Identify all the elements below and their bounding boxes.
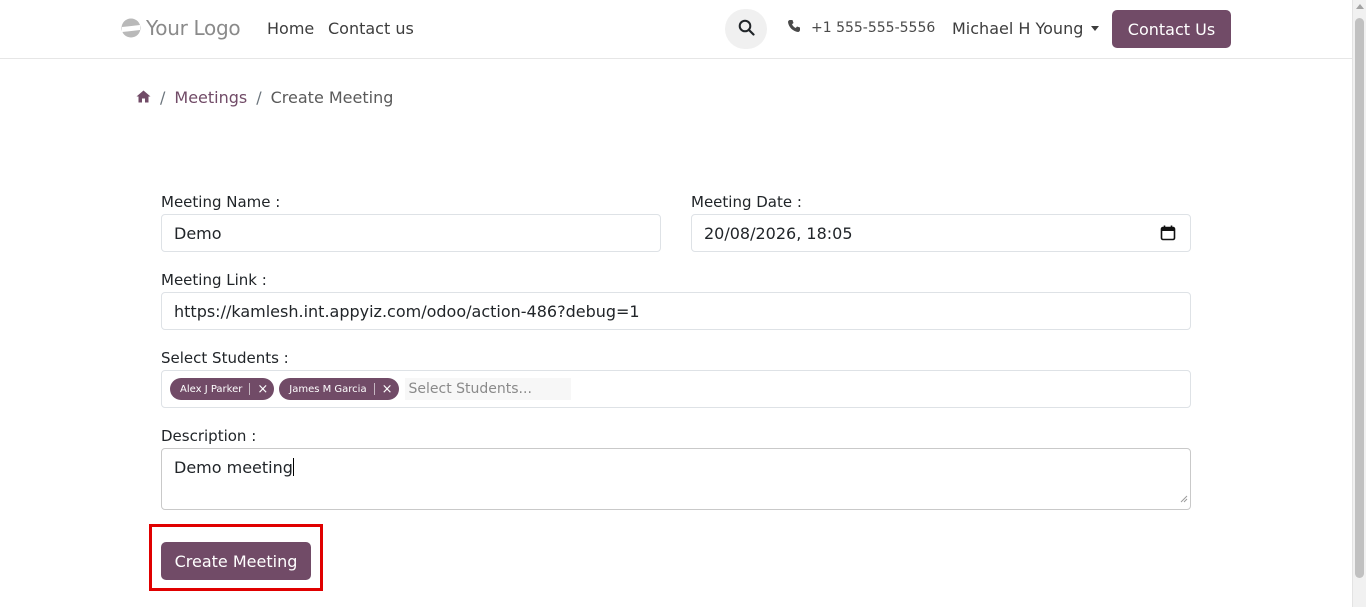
resize-handle-icon[interactable] — [1180, 488, 1188, 507]
text-cursor — [292, 458, 294, 476]
meeting-name-input[interactable]: Demo — [161, 214, 661, 252]
vertical-scrollbar[interactable] — [1352, 0, 1366, 607]
breadcrumb-separator: / — [160, 88, 166, 107]
close-icon[interactable]: × — [257, 383, 268, 396]
search-icon — [738, 19, 755, 40]
tag-divider — [249, 383, 251, 395]
meeting-name-label: Meeting Name : — [161, 193, 281, 211]
user-menu[interactable]: Michael H Young — [952, 19, 1100, 38]
home-icon[interactable] — [136, 88, 151, 107]
phone-link[interactable]: +1 555-555-5556 — [787, 19, 935, 37]
phone-number: +1 555-555-5556 — [811, 20, 936, 36]
students-label: Select Students : — [161, 349, 289, 367]
caret-down-icon — [1091, 26, 1100, 31]
description-value: Demo meeting — [174, 458, 293, 477]
logo-text: Your Logo — [146, 16, 241, 40]
calendar-icon[interactable] — [1160, 225, 1176, 245]
search-button[interactable] — [725, 9, 767, 49]
meeting-date-input[interactable]: 20/08/2026, 18:05 — [691, 214, 1191, 252]
meeting-date-value: 20/08/2026, 18:05 — [704, 223, 853, 243]
tag-divider — [373, 383, 375, 395]
student-tag: Alex J Parker × — [170, 378, 275, 400]
description-textarea[interactable]: Demo meeting — [161, 448, 1191, 510]
scroll-up-icon[interactable] — [1356, 4, 1364, 9]
student-tag: James M Garcia × — [279, 378, 399, 400]
meeting-link-input[interactable]: https://kamlesh.int.appyiz.com/odoo/acti… — [161, 292, 1191, 330]
student-tag-label: James M Garcia — [289, 383, 367, 395]
breadcrumb-separator: / — [256, 88, 262, 107]
logo-icon — [120, 17, 142, 39]
meeting-link-label: Meeting Link : — [161, 271, 267, 289]
meeting-link-value: https://kamlesh.int.appyiz.com/odoo/acti… — [174, 301, 640, 321]
user-name: Michael H Young — [952, 19, 1084, 38]
nav-home[interactable]: Home — [267, 19, 314, 38]
description-label: Description : — [161, 427, 257, 445]
scrollbar-thumb[interactable] — [1355, 18, 1364, 578]
students-search-input[interactable]: Select Students... — [404, 378, 571, 400]
top-navbar: Your Logo Home Contact us +1 555-555-555… — [0, 0, 1352, 59]
breadcrumb-meetings[interactable]: Meetings — [174, 88, 247, 107]
close-icon[interactable]: × — [382, 383, 393, 396]
meeting-date-label: Meeting Date : — [691, 193, 802, 211]
nav-contact-us[interactable]: Contact us — [328, 19, 414, 38]
breadcrumb-current: Create Meeting — [270, 88, 394, 107]
contact-us-button[interactable]: Contact Us — [1112, 10, 1231, 48]
create-meeting-button[interactable]: Create Meeting — [161, 542, 311, 580]
students-select[interactable]: Alex J Parker × James M Garcia × Select … — [161, 370, 1191, 408]
logo[interactable]: Your Logo — [120, 16, 241, 40]
page: Your Logo Home Contact us +1 555-555-555… — [0, 0, 1366, 607]
meeting-name-value: Demo — [174, 223, 222, 243]
breadcrumb: / Meetings / Create Meeting — [136, 88, 393, 107]
phone-icon — [787, 19, 801, 37]
student-tag-label: Alex J Parker — [180, 383, 243, 395]
